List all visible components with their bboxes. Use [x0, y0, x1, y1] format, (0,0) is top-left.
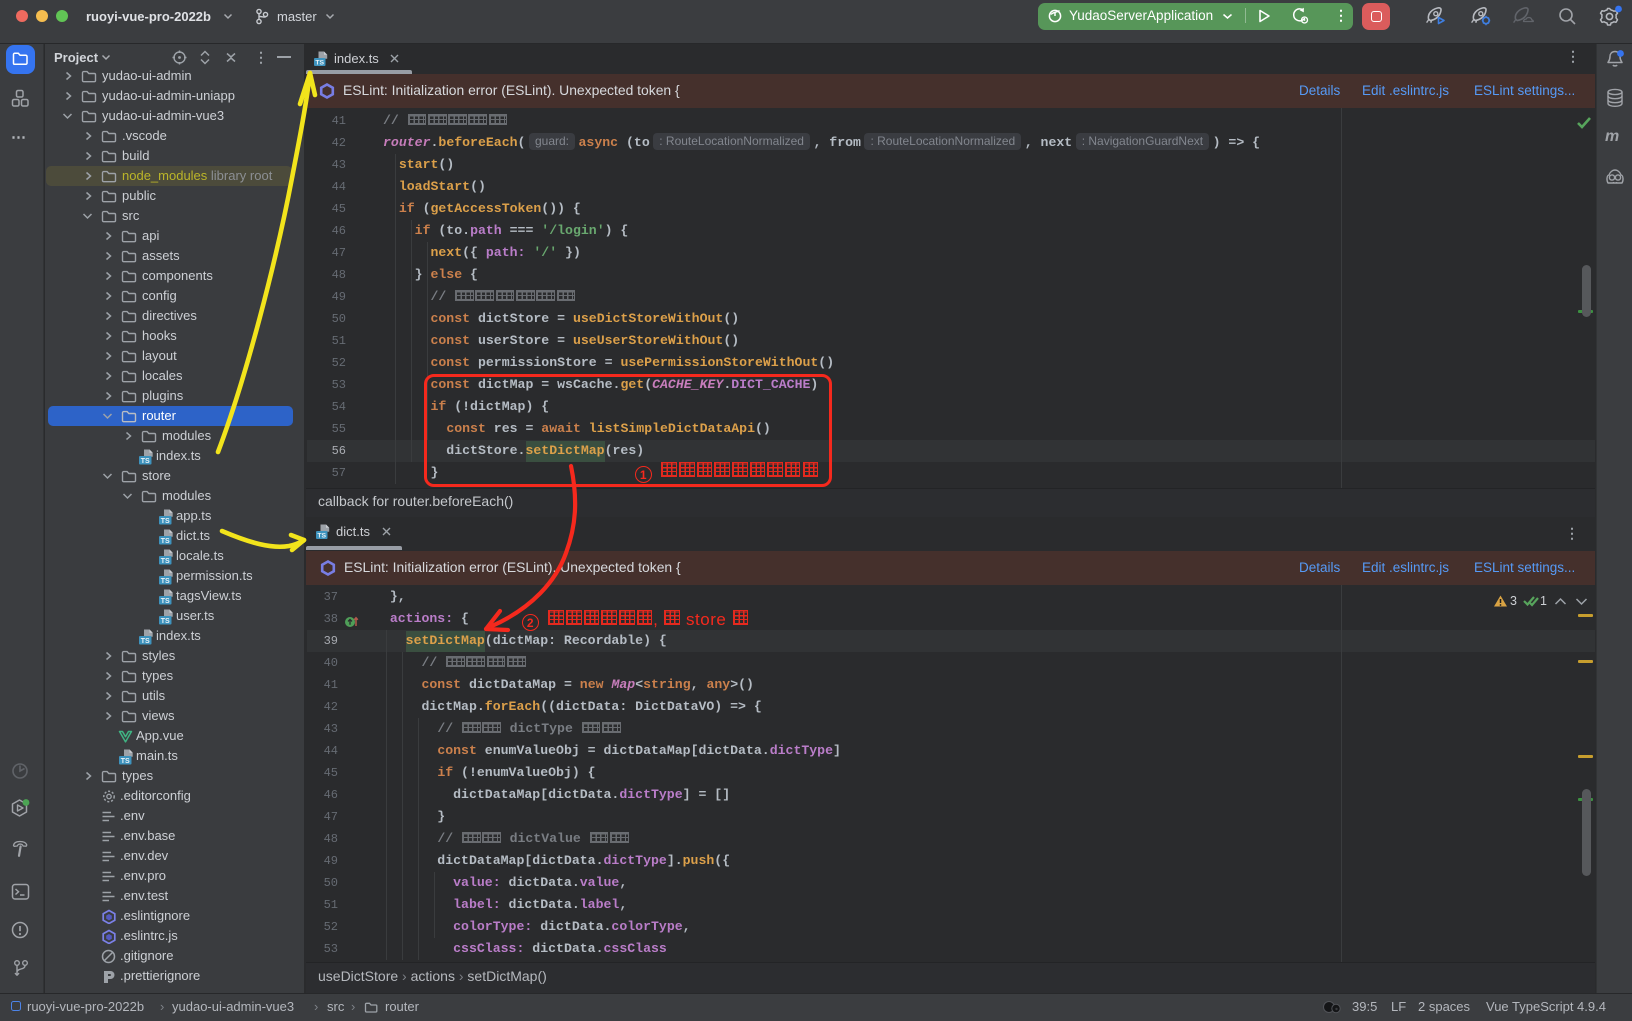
- svg-text:TS: TS: [141, 638, 150, 645]
- svg-text:TS: TS: [161, 618, 170, 625]
- svg-text:TS: TS: [161, 518, 170, 525]
- svg-text:TS: TS: [161, 538, 170, 545]
- svg-text:TS: TS: [161, 578, 170, 585]
- svg-text:TS: TS: [161, 598, 170, 605]
- svg-text:TS: TS: [317, 532, 326, 539]
- svg-text:TS: TS: [315, 59, 324, 66]
- svg-text:TS: TS: [161, 558, 170, 565]
- svg-text:TS: TS: [121, 758, 130, 765]
- svg-text:TS: TS: [141, 458, 150, 465]
